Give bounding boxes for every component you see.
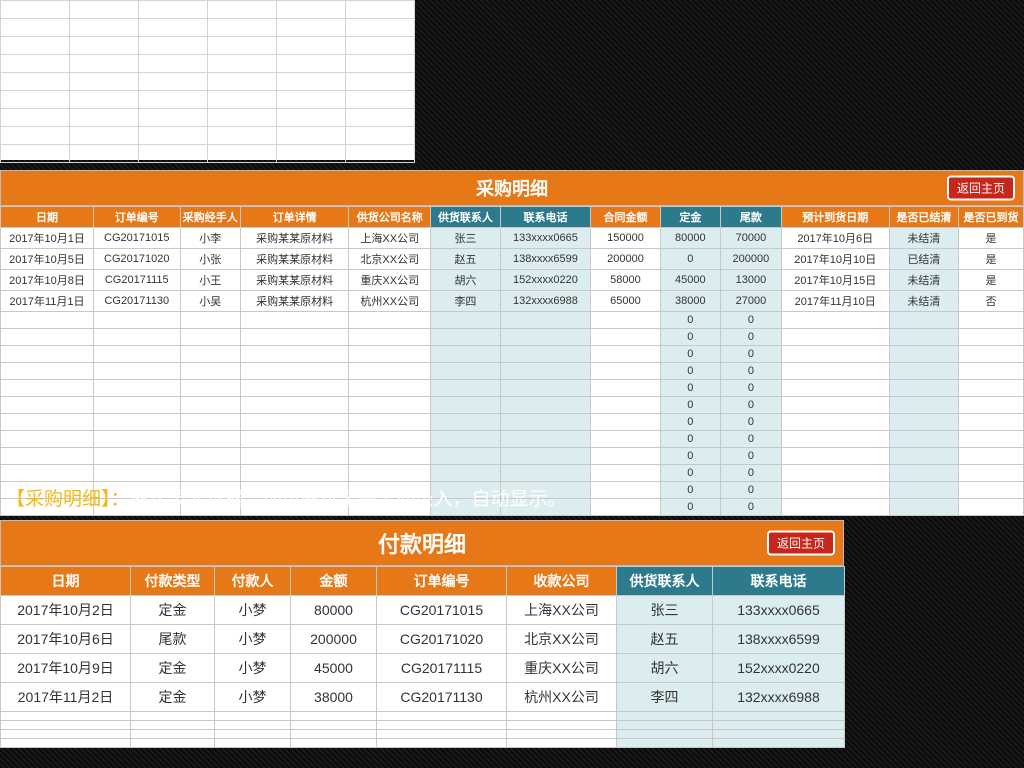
purchase-col-header: 订单编号 bbox=[94, 207, 181, 228]
purchase-table: 日期订单编号采购经手人订单详情供货公司名称供货联系人联系电话合同金额定金尾款预计… bbox=[0, 206, 1024, 516]
purchase-col-header: 是否已到货 bbox=[959, 207, 1024, 228]
table-row: 00 bbox=[1, 414, 1024, 431]
table-row: 2017年10月1日CG20171015小李采购某某原材料上海XX公司张三133… bbox=[1, 228, 1024, 249]
purchase-col-header: 订单详情 bbox=[241, 207, 349, 228]
table-row: 00 bbox=[1, 329, 1024, 346]
table-row: 2017年10月5日CG20171020小张采购某某原材料北京XX公司赵五138… bbox=[1, 249, 1024, 270]
caption-colon: ： bbox=[111, 489, 130, 510]
payment-col-header: 收款公司 bbox=[507, 567, 617, 596]
table-row bbox=[1, 730, 845, 739]
top-empty-grid bbox=[0, 0, 415, 160]
return-home-button[interactable]: 返回主页 bbox=[767, 531, 835, 556]
payment-col-header: 金额 bbox=[291, 567, 377, 596]
table-row: 00 bbox=[1, 448, 1024, 465]
table-row: 00 bbox=[1, 346, 1024, 363]
payment-panel: 付款明细 返回主页 日期付款类型付款人金额订单编号收款公司供货联系人联系电话 2… bbox=[0, 520, 844, 748]
purchase-col-header: 联系电话 bbox=[500, 207, 591, 228]
purchase-panel: 采购明细 返回主页 日期订单编号采购经手人订单详情供货公司名称供货联系人联系电话… bbox=[0, 170, 1024, 516]
table-row bbox=[1, 739, 845, 748]
table-row: 00 bbox=[1, 312, 1024, 329]
payment-col-header: 付款类型 bbox=[131, 567, 215, 596]
payment-title: 付款明细 bbox=[378, 532, 466, 557]
payment-title-bar: 付款明细 返回主页 bbox=[0, 520, 844, 566]
table-row: 2017年10月2日定金小梦80000CG20171015上海XX公司张三133… bbox=[1, 596, 845, 625]
purchase-col-header: 尾款 bbox=[721, 207, 782, 228]
table-row: 2017年11月2日定金小梦38000CG20171130杭州XX公司李四132… bbox=[1, 683, 845, 712]
table-row: 00 bbox=[1, 397, 1024, 414]
table-row: 2017年10月8日CG20171115小王采购某某原材料重庆XX公司胡六152… bbox=[1, 270, 1024, 291]
purchase-col-header: 日期 bbox=[1, 207, 94, 228]
table-row: 2017年10月9日定金小梦45000CG20171115重庆XX公司胡六152… bbox=[1, 654, 845, 683]
purchase-col-header: 是否已结清 bbox=[889, 207, 958, 228]
table-row: 00 bbox=[1, 363, 1024, 380]
payment-table: 日期付款类型付款人金额订单编号收款公司供货联系人联系电话 2017年10月2日定… bbox=[0, 566, 845, 748]
return-home-button[interactable]: 返回主页 bbox=[947, 176, 1015, 201]
purchase-title: 采购明细 bbox=[476, 179, 548, 199]
purchase-col-header: 预计到货日期 bbox=[781, 207, 889, 228]
table-row: 2017年11月1日CG20171130小吴采购某某原材料杭州XX公司李四132… bbox=[1, 291, 1024, 312]
table-row bbox=[1, 721, 845, 730]
purchase-col-header: 供货公司名称 bbox=[349, 207, 431, 228]
purchase-col-header: 定金 bbox=[660, 207, 721, 228]
purchase-caption: 【采购明细】：依次录入数据，绿色底纹无需手动录入，自动显示。 bbox=[6, 484, 567, 511]
purchase-title-bar: 采购明细 返回主页 bbox=[0, 170, 1024, 206]
purchase-col-header: 合同金额 bbox=[591, 207, 660, 228]
table-row: 00 bbox=[1, 380, 1024, 397]
purchase-col-header: 采购经手人 bbox=[180, 207, 241, 228]
table-row: 00 bbox=[1, 431, 1024, 448]
table-row: 2017年10月6日尾款小梦200000CG20171020北京XX公司赵五13… bbox=[1, 625, 845, 654]
payment-col-header: 联系电话 bbox=[713, 567, 845, 596]
caption-text: 依次录入数据，绿色底纹无需手动录入，自动显示。 bbox=[130, 489, 567, 510]
payment-col-header: 订单编号 bbox=[377, 567, 507, 596]
table-row: 00 bbox=[1, 465, 1024, 482]
payment-col-header: 供货联系人 bbox=[617, 567, 713, 596]
payment-col-header: 付款人 bbox=[215, 567, 291, 596]
purchase-col-header: 供货联系人 bbox=[431, 207, 500, 228]
caption-tag: 【采购明细】 bbox=[6, 489, 111, 510]
table-row bbox=[1, 712, 845, 721]
payment-col-header: 日期 bbox=[1, 567, 131, 596]
